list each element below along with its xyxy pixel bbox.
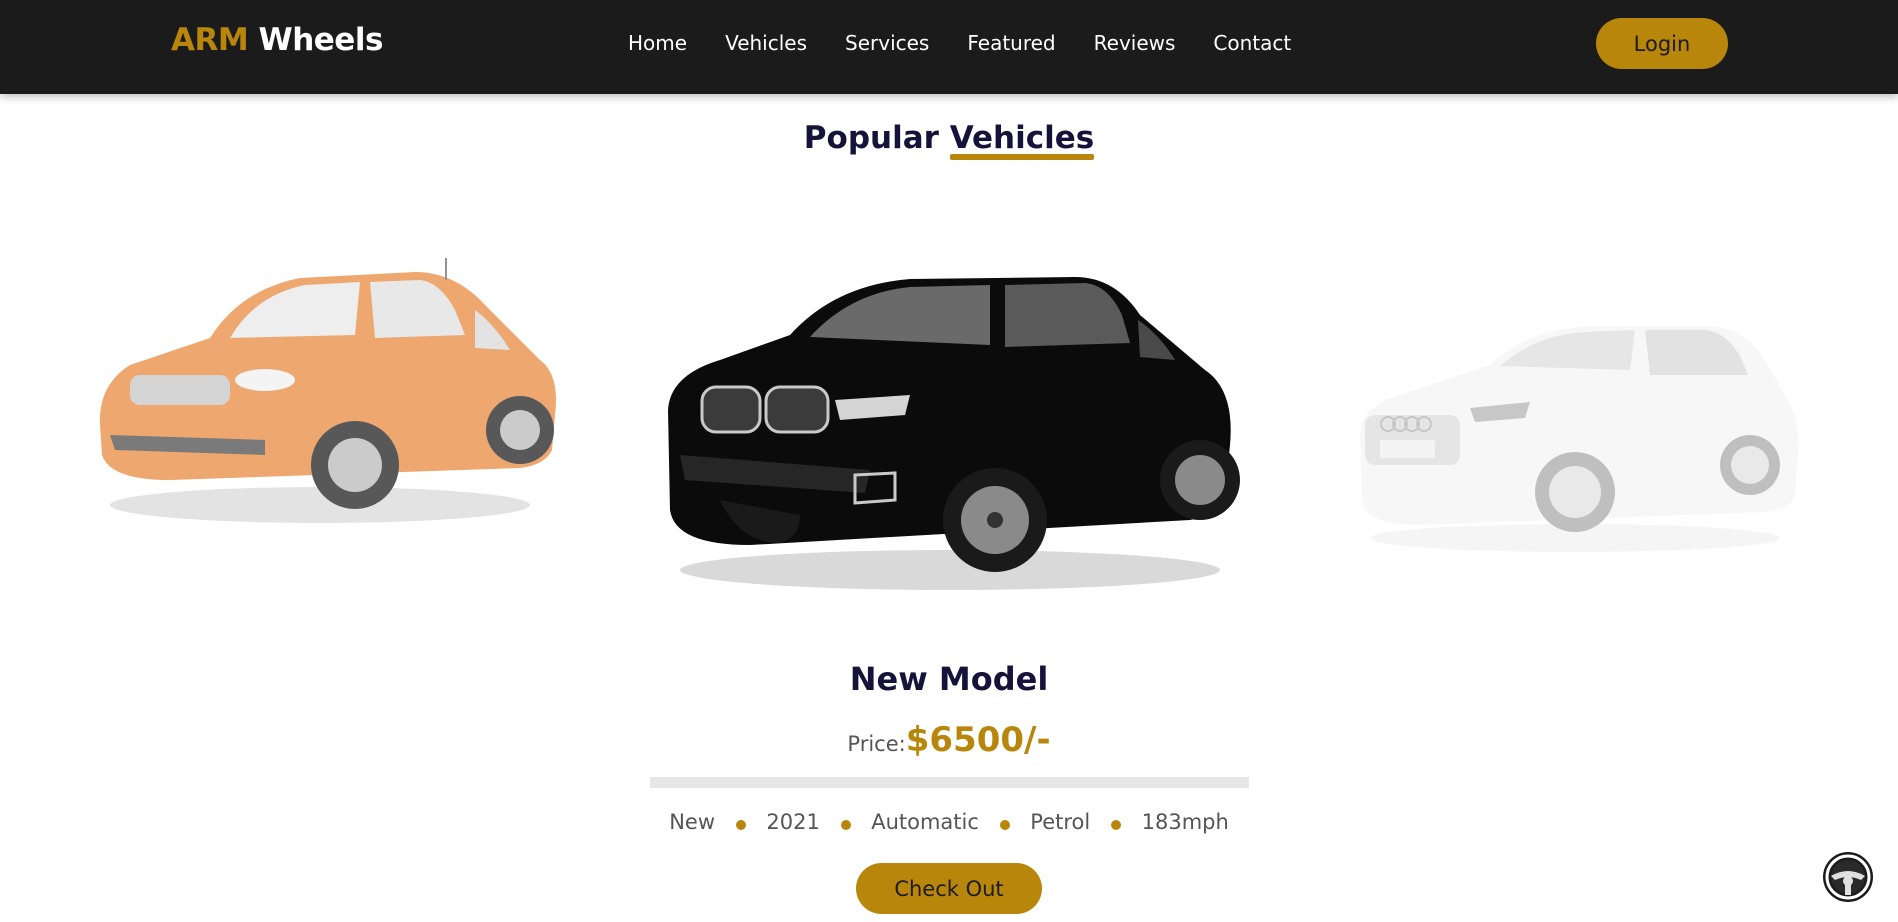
vehicle-specs: New 2021 Automatic Petrol 183mph	[0, 810, 1898, 834]
car-image-orange-suv[interactable]	[90, 250, 565, 530]
logo-accent: ARM	[171, 22, 249, 58]
nav-reviews[interactable]: Reviews	[1094, 31, 1176, 55]
bullet-icon	[840, 820, 851, 830]
car-image-white-suv[interactable]	[1350, 320, 1800, 560]
spec-condition: New	[669, 810, 716, 834]
nav-featured[interactable]: Featured	[967, 31, 1055, 55]
check-out-button[interactable]: Check Out	[856, 863, 1042, 914]
heading-part2: Vehicles	[949, 120, 1095, 160]
spec-transmission: Automatic	[871, 810, 979, 834]
nav-vehicles[interactable]: Vehicles	[725, 31, 807, 55]
heading-part1: Popular	[803, 120, 950, 156]
price-value: $6500/-	[905, 720, 1051, 760]
divider	[650, 777, 1249, 788]
bullet-icon	[735, 820, 746, 830]
steering-wheel-icon[interactable]	[1823, 852, 1873, 902]
bullet-icon	[1110, 820, 1121, 830]
site-header: ARM Wheels Home Vehicles Services Featur…	[0, 0, 1898, 94]
price-row: Price:$6500/-	[0, 720, 1898, 760]
main-nav: Home Vehicles Services Featured Reviews …	[628, 31, 1329, 55]
price-label: Price:	[847, 732, 906, 756]
bullet-icon	[999, 820, 1010, 830]
section-heading: Popular Vehicles	[0, 120, 1898, 160]
spec-top-speed: 183mph	[1141, 810, 1229, 834]
spec-fuel: Petrol	[1030, 810, 1091, 834]
logo-text: Wheels	[248, 22, 384, 58]
logo[interactable]: ARM Wheels	[171, 22, 383, 58]
car-image-black-suv[interactable]	[660, 275, 1240, 595]
nav-services[interactable]: Services	[845, 31, 929, 55]
vehicle-title: New Model	[849, 660, 1049, 698]
nav-home[interactable]: Home	[628, 31, 687, 55]
nav-contact[interactable]: Contact	[1213, 31, 1291, 55]
spec-year: 2021	[766, 810, 820, 834]
login-button[interactable]: Login	[1596, 18, 1728, 69]
